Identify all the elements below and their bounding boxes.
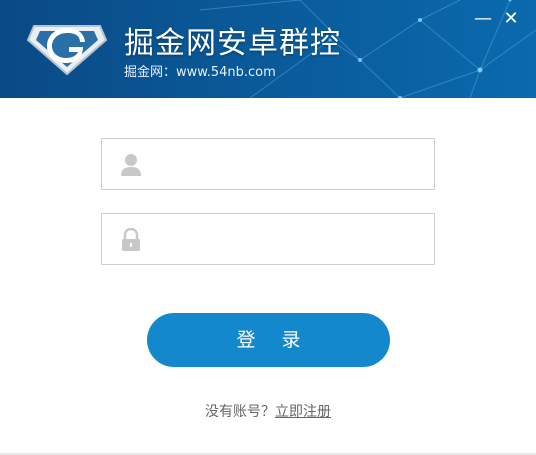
minimize-icon: — — [474, 8, 492, 29]
login-button[interactable]: 登 录 — [147, 313, 390, 367]
app-subtitle: 掘金网：www.54nb.com — [124, 65, 276, 80]
app-logo — [26, 25, 108, 76]
username-field[interactable] — [101, 138, 435, 190]
header-banner: 掘金网安卓群控 掘金网：www.54nb.com — ✕ — [0, 0, 536, 98]
username-input[interactable] — [154, 147, 428, 183]
user-icon — [121, 154, 141, 176]
close-button[interactable]: ✕ — [500, 8, 522, 30]
password-field[interactable] — [101, 213, 435, 265]
close-icon: ✕ — [503, 8, 519, 29]
app-title: 掘金网安卓群控 — [124, 26, 341, 61]
lock-icon — [122, 228, 140, 251]
register-prompt-row: 没有账号？立即注册 — [0, 401, 536, 421]
login-window: 掘金网安卓群控 掘金网：www.54nb.com — ✕ 登 录 没有账号？立即… — [0, 0, 536, 455]
register-prompt-text: 没有账号？ — [205, 404, 275, 420]
minimize-button[interactable]: — — [472, 8, 494, 30]
password-input[interactable] — [154, 222, 428, 258]
register-link[interactable]: 立即注册 — [275, 404, 331, 420]
